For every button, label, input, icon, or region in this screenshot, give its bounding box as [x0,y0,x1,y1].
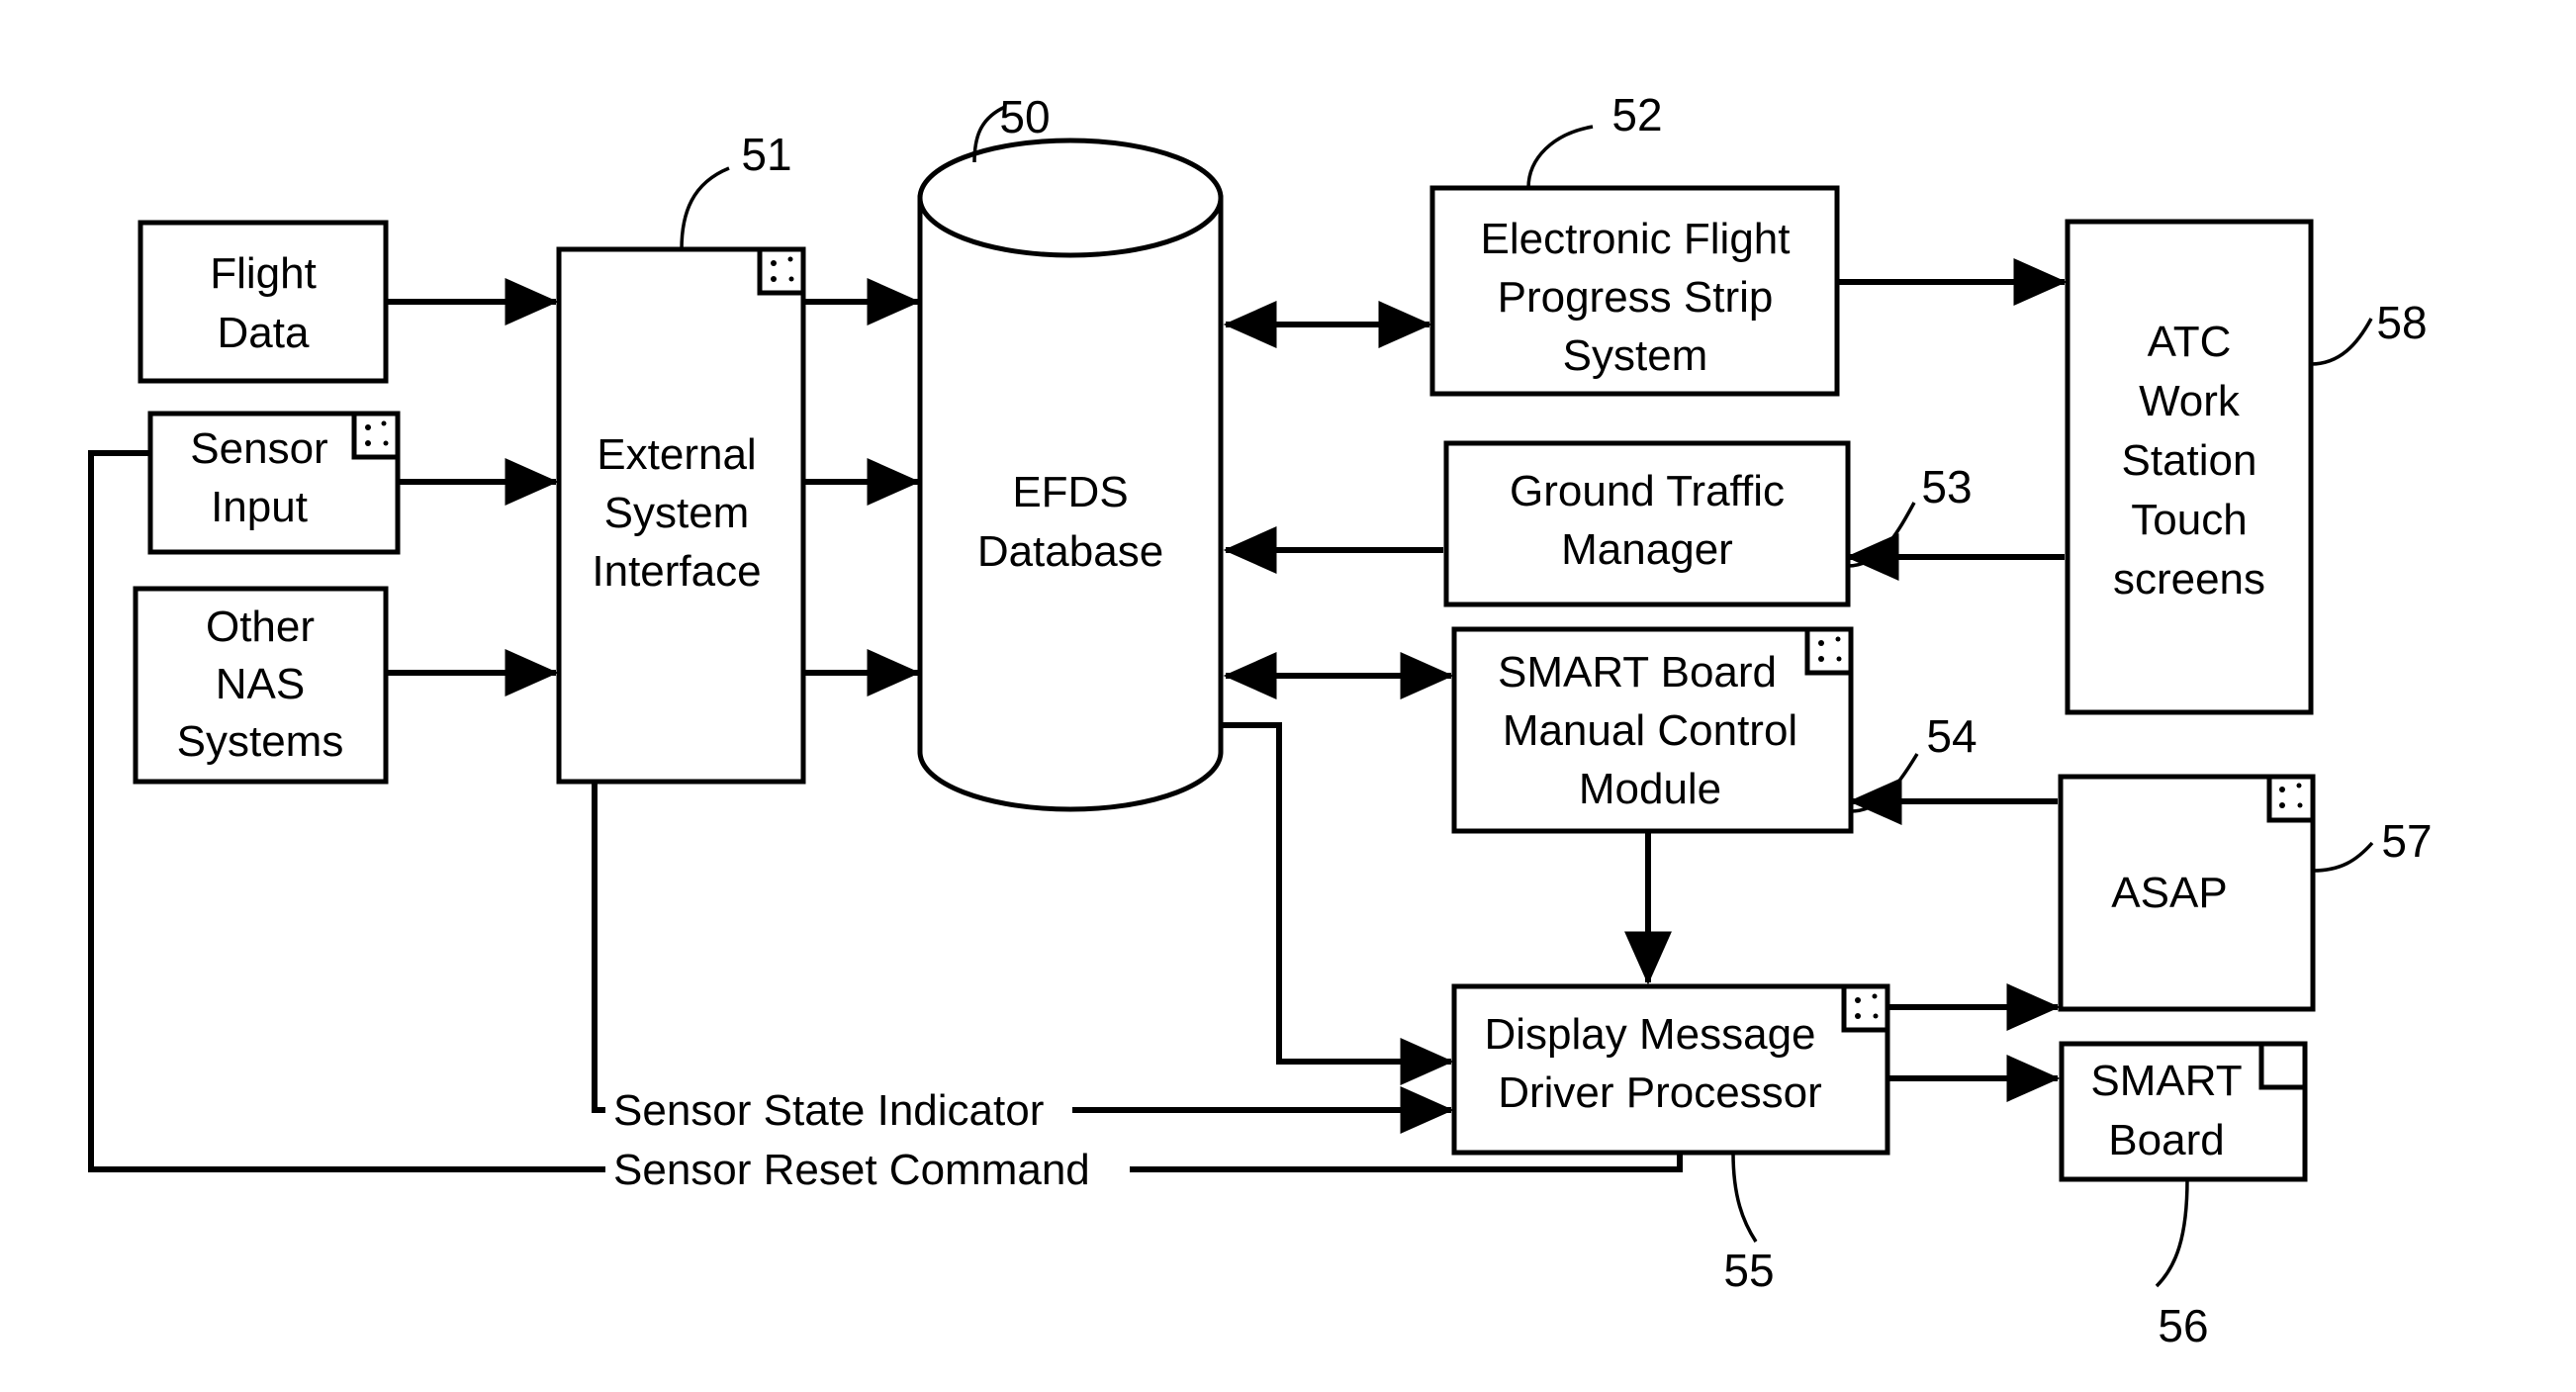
block-other-nas-systems[interactable]: Other NAS Systems [133,586,389,785]
leader-58 [2310,318,2373,366]
block-ground-traffic-manager[interactable]: Ground Traffic Manager 53 [1443,440,1973,607]
block-external-system-interface[interactable]: External System Interface 51 [556,129,806,785]
atc-label-line4: Touch [2131,496,2247,544]
ref-numeral-52: 52 [1611,89,1662,140]
ref-numeral-51: 51 [741,129,791,180]
block-display-message-driver-processor[interactable]: Display Message Driver Processor 55 [1451,983,1890,1296]
leader-52 [1526,125,1594,189]
connector-efds-to-dmdp [1218,722,1454,1085]
flight-data-label-line2: Data [218,309,310,357]
esi-label-line2: System [604,489,750,537]
ref-numeral-55: 55 [1723,1245,1774,1296]
leader-55 [1731,1152,1758,1243]
ref-numeral-57: 57 [2381,815,2432,867]
efps-label-line1: Electronic Flight [1480,215,1790,263]
block-asap[interactable]: ASAP 57 [2058,774,2433,1012]
efds-cylinder-top [917,138,1224,258]
atc-label-line1: ATC [2148,318,2232,366]
flight-data-box[interactable] [138,220,389,384]
other-nas-label-line2: NAS [216,660,305,708]
ref-numeral-56: 56 [2158,1300,2208,1351]
block-efds-database[interactable]: EFDS Database 50 [917,91,1224,812]
ref-numeral-54: 54 [1926,710,1977,762]
smartboard-label-line1: SMART [2090,1057,2242,1105]
sensor-reset-command-label: Sensor Reset Command [613,1146,1090,1194]
dmdp-label-line2: Driver Processor [1498,1068,1822,1117]
block-sensor-input[interactable]: Sensor Input [147,411,401,555]
efps-label-line3: System [1563,331,1708,380]
efds-label-line2: Database [977,527,1163,576]
block-smart-board[interactable]: SMART Board 56 [2059,1041,2308,1351]
dotted-square-icon [757,246,806,296]
smartboard-label-line2: Board [2108,1116,2224,1164]
plain-square-icon [2258,1041,2308,1090]
ref-numeral-53: 53 [1921,461,1972,512]
ref-numeral-50: 50 [999,91,1050,142]
efds-label-line1: EFDS [1012,468,1128,516]
figure-canvas: Flight Data Sensor Input Other NAS Syste… [0,0,2576,1392]
gtm-label-line2: Manager [1561,525,1733,574]
sensor-state-indicator-label: Sensor State Indicator [613,1086,1044,1135]
block-efps[interactable]: Electronic Flight Progress Strip System … [1429,89,1840,397]
esi-label-line1: External [597,430,756,479]
esi-label-line3: Interface [592,547,761,596]
flight-data-label-line1: Flight [210,249,317,298]
leader-57 [2312,841,2374,873]
other-nas-label-line1: Other [206,603,315,651]
other-nas-label-line3: Systems [177,717,344,766]
atc-label-line2: Work [2139,377,2241,425]
smartboard-mcm-label-line3: Module [1579,765,1721,813]
leader-51 [680,166,730,250]
leader-56 [2155,1178,2189,1288]
dmdp-label-line1: Display Message [1484,1010,1815,1059]
atc-label-line3: Station [2122,436,2257,485]
atc-label-line5: screens [2113,555,2265,603]
sensor-input-label-line1: Sensor [190,424,327,473]
block-flight-data[interactable]: Flight Data [138,220,389,384]
block-diagram-svg: Flight Data Sensor Input Other NAS Syste… [88,89,2433,1351]
efps-label-line2: Progress Strip [1498,273,1774,322]
gtm-label-line1: Ground Traffic [1510,467,1785,515]
smartboard-mcm-label-line1: SMART Board [1498,648,1777,696]
block-atc-workstation[interactable]: ATC Work Station Touch screens 58 [2065,219,2428,715]
dotted-square-icon [2266,774,2316,823]
dotted-square-icon [1841,983,1890,1033]
ref-numeral-58: 58 [2376,297,2427,348]
smartboard-mcm-label-line2: Manual Control [1503,706,1797,755]
asap-label: ASAP [2111,869,2227,917]
sensor-input-label-line2: Input [211,483,308,531]
dotted-square-icon [1804,626,1854,676]
dotted-square-icon [351,411,401,460]
